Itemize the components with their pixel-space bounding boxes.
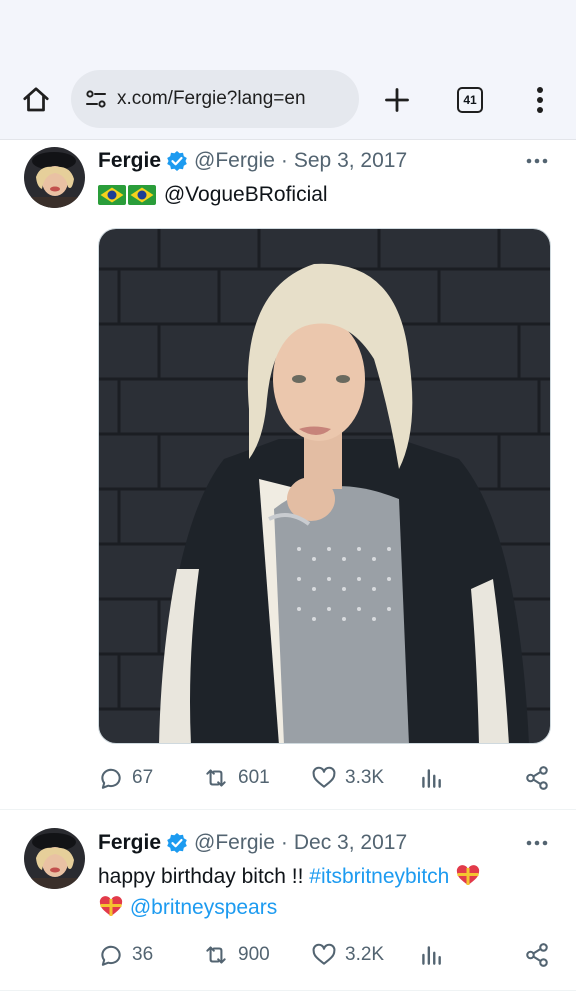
mention-link[interactable]: @VogueBRoficial [164,183,328,206]
heart-icon [312,943,336,965]
avatar[interactable] [24,828,85,889]
heart-icon [312,766,336,788]
plus-icon [385,88,409,112]
author-handle[interactable]: @Fergie [194,149,275,173]
brazil-flag-emoji [128,185,156,205]
hashtag-link[interactable]: #itsbritneybitch [309,865,449,888]
repost-button[interactable]: 601 [202,761,270,795]
more-options-button[interactable] [524,149,550,173]
analytics-icon [422,769,441,788]
separator-dot: · [280,149,288,172]
like-count: 3.3K [345,767,385,788]
tweet-actions: 67 601 3.3K [98,761,554,795]
views-button[interactable] [418,761,444,795]
reply-icon [101,768,121,789]
reply-button[interactable]: 67 [98,761,153,795]
browser-menu-button[interactable] [522,80,558,120]
tabs-icon: 41 [457,87,483,113]
avatar[interactable] [24,147,85,208]
site-settings-icon[interactable] [81,84,111,114]
home-button[interactable] [18,82,54,118]
tweet-date[interactable]: Sep 3, 2017 [294,149,407,173]
repost-count: 601 [238,767,270,788]
author-name[interactable]: Fergie [98,831,161,855]
analytics-icon [422,946,441,965]
share-button[interactable] [524,938,550,972]
repost-count: 900 [238,944,270,965]
repost-icon [206,946,226,964]
share-button[interactable] [524,761,550,795]
verified-badge-icon [166,832,188,854]
tweet-date[interactable]: Dec 3, 2017 [294,831,407,855]
url-text[interactable]: x.com/Fergie?lang=en [117,88,306,110]
home-icon [23,87,49,112]
tweet[interactable]: Fergie @Fergie · Dec 3, 2017 happy birth… [0,811,576,991]
mention-link[interactable]: @britneyspears [130,896,277,919]
reply-button[interactable]: 36 [98,938,153,972]
reply-count: 36 [132,944,154,965]
heart-gift-emoji [99,896,123,916]
tweet-body-text: happy birthday bitch !! [98,865,310,888]
repost-button[interactable]: 900 [202,938,270,972]
browser-toolbar: x.com/Fergie?lang=en 41 [0,0,576,140]
tweet[interactable]: Fergie @Fergie · Sep 3, 2017 @VogueBRofi… [0,141,576,810]
like-button[interactable]: 3.2K [311,938,384,972]
brazil-flag-emoji [98,185,126,205]
tweet-header: Fergie @Fergie · Dec 3, 2017 [98,828,407,858]
reply-icon [101,945,121,966]
author-name[interactable]: Fergie [98,149,161,173]
author-handle[interactable]: @Fergie [194,831,275,855]
views-button[interactable] [418,938,444,972]
kebab-menu-icon [537,87,543,113]
heart-gift-emoji [457,865,480,885]
like-button[interactable]: 3.3K [311,761,384,795]
like-count: 3.2K [345,944,385,965]
tweet-header: Fergie @Fergie · Sep 3, 2017 [98,146,407,176]
tweet-actions: 36 900 3.2K [98,938,554,972]
more-horizontal-icon [526,158,548,164]
tweet-text: @VogueBRoficial [98,179,548,210]
separator-dot: · [280,831,288,854]
verified-badge-icon [166,150,188,172]
address-bar[interactable]: x.com/Fergie?lang=en [71,70,359,128]
repost-icon [206,769,226,787]
tweet-photo[interactable] [98,228,551,744]
more-horizontal-icon [526,840,548,846]
reply-count: 67 [132,767,154,788]
tweet-text: happy birthday bitch !! #itsbritneybitch… [98,861,548,923]
share-icon [526,943,548,967]
more-options-button[interactable] [524,831,550,855]
tab-switcher-button[interactable]: 41 [452,82,488,118]
share-icon [526,766,548,790]
new-tab-button[interactable] [378,82,416,118]
